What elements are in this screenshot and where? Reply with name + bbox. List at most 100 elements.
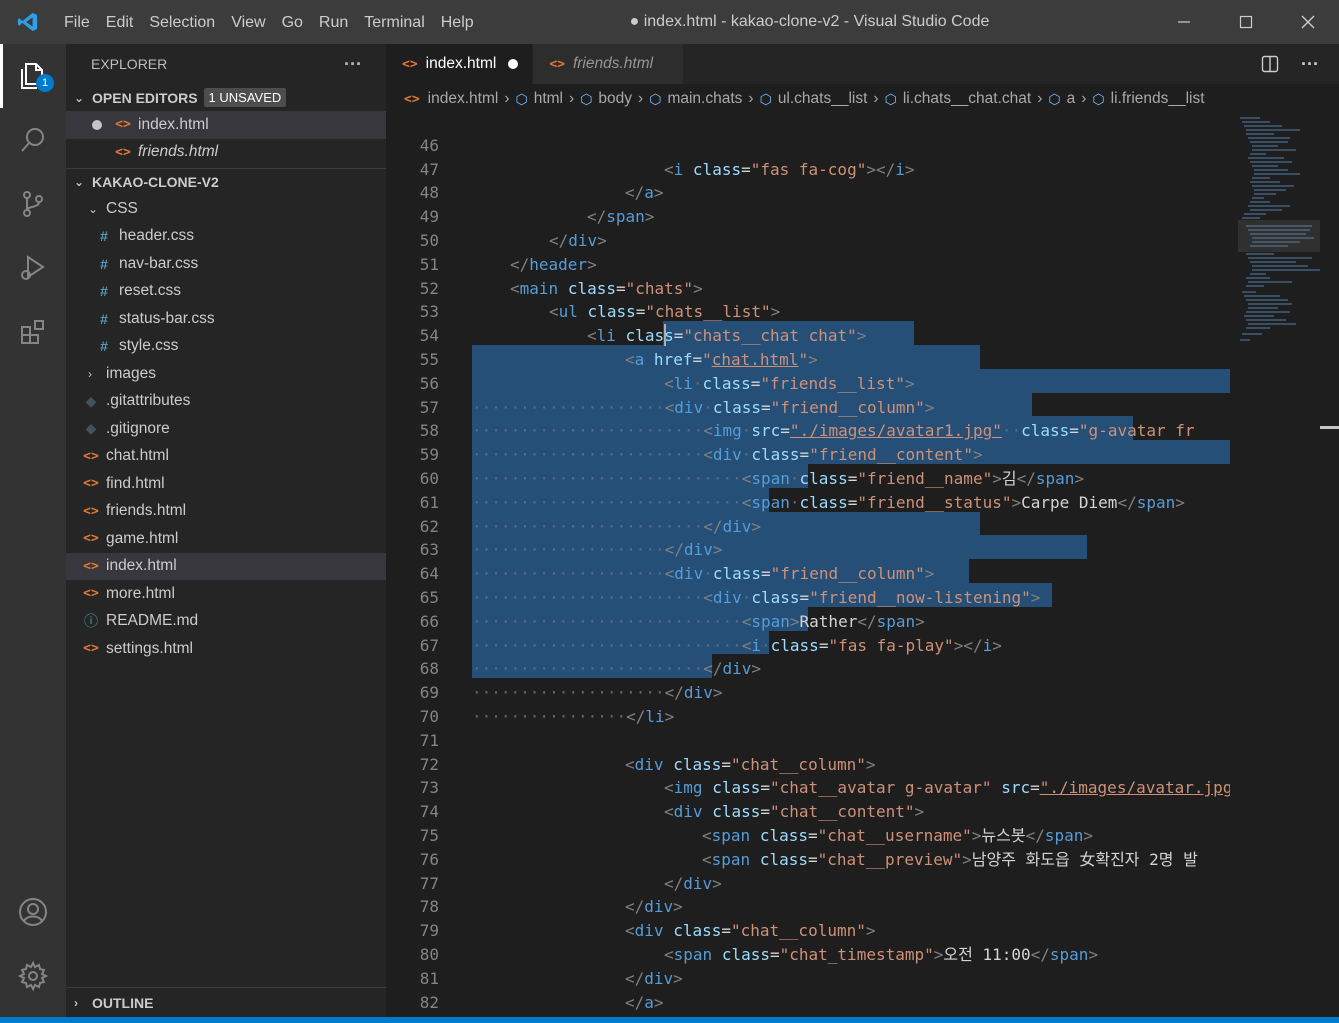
split-editor-icon[interactable]	[1261, 55, 1279, 73]
minimap[interactable]	[1230, 114, 1339, 1017]
code-line: 54 <a href="chat.html">	[386, 300, 1230, 369]
close-icon	[1301, 15, 1315, 29]
minimize-button[interactable]	[1153, 0, 1215, 44]
file-readme[interactable]: ⓘ README.md	[66, 608, 386, 636]
breadcrumb-label: li.friends__list	[1110, 90, 1205, 107]
html-file-icon: <>	[115, 117, 131, 133]
menu-terminal[interactable]: Terminal	[356, 0, 432, 44]
minimap-viewport[interactable]	[1238, 220, 1320, 252]
code-line: 64 ························<div·class="f…	[386, 538, 1230, 607]
close-window-button[interactable]	[1277, 0, 1339, 44]
breadcrumb-item[interactable]: ⬡ main.chats	[649, 90, 742, 108]
menu-help[interactable]: Help	[433, 0, 482, 44]
manage-activity[interactable]	[0, 944, 66, 1008]
file-game-html[interactable]: <> game.html	[66, 525, 386, 553]
chevron-right-icon: ›	[504, 90, 510, 107]
maximize-button[interactable]	[1215, 0, 1277, 44]
code-line: 75 <span class="chat__preview">남양주 화도읍 女…	[386, 800, 1230, 869]
file-gitignore[interactable]: ◆ .gitignore	[66, 415, 386, 443]
code-line: 70	[386, 681, 1230, 726]
more-actions-button[interactable]: ···	[344, 54, 362, 75]
sidebar-header: EXPLORER ···	[66, 44, 386, 84]
code-line: 59 ····························<span·cla…	[386, 419, 1230, 488]
html-file-icon: <>	[402, 56, 418, 72]
menu-go[interactable]: Go	[274, 0, 311, 44]
file-chat-html[interactable]: <> chat.html	[66, 443, 386, 471]
breadcrumb-label: ul.chats__list	[777, 90, 868, 107]
code-editor[interactable]: 46 <i class="fas fa-cog"></i> 47 </a> 48…	[386, 114, 1230, 1017]
status-bar	[0, 1017, 1339, 1023]
element-icon: ⬡	[1092, 90, 1105, 107]
code-line: 66 ····························<i·class=…	[386, 586, 1230, 655]
chevron-down-icon: ⌄	[74, 175, 85, 189]
file-index-html[interactable]: <> index.html	[66, 552, 386, 580]
tab-index-html[interactable]: <> index.html	[386, 44, 534, 84]
file-nav-bar-css[interactable]: # nav-bar.css	[66, 250, 386, 278]
scrollbar-thumb[interactable]	[1320, 426, 1339, 429]
breadcrumb-item[interactable]: ⬡ body	[580, 90, 632, 108]
explorer-activity[interactable]: 1	[0, 44, 66, 108]
title-bar: File Edit Selection View Go Run Terminal…	[0, 0, 1339, 44]
breadcrumb-item[interactable]: ⬡ li.friends__list	[1092, 90, 1204, 108]
extensions-activity[interactable]	[0, 300, 66, 364]
editor-tabs: <> index.html <> friends.html ···	[386, 44, 1339, 84]
breadcrumb-label: index.html	[427, 90, 499, 107]
code-line: 51 <main class="chats">	[386, 229, 1230, 298]
file-reset-css[interactable]: # reset.css	[66, 278, 386, 306]
source-control-activity[interactable]	[0, 172, 66, 236]
file-label: .gitattributes	[106, 392, 191, 410]
open-editor-friends[interactable]: <> friends.html	[66, 139, 386, 167]
file-settings-html[interactable]: <> settings.html	[66, 635, 386, 663]
git-file-icon: ◆	[85, 420, 97, 437]
file-gitattributes[interactable]: ◆ .gitattributes	[66, 388, 386, 416]
breadcrumb-item[interactable]: ⬡ html	[515, 90, 563, 108]
breadcrumb-item[interactable]: ⬡ li.chats__chat.chat	[885, 90, 1032, 108]
element-icon: ⬡	[649, 90, 662, 107]
menu-view[interactable]: View	[223, 0, 273, 44]
tab-friends-html[interactable]: <> friends.html	[533, 44, 685, 84]
breadcrumb-item[interactable]: <> index.html	[404, 90, 498, 108]
code-line: 72 <img class="chat__avatar g-avatar" sr…	[386, 729, 1230, 798]
code-line: 56 ····················<div·class="frien…	[386, 348, 1230, 417]
run-debug-activity[interactable]	[0, 236, 66, 300]
file-label: nav-bar.css	[119, 254, 199, 272]
file-style-css[interactable]: # style.css	[66, 333, 386, 361]
file-header-css[interactable]: # header.css	[66, 223, 386, 251]
css-file-icon: #	[100, 283, 108, 300]
file-label: status-bar.css	[119, 309, 215, 327]
git-file-icon: ◆	[85, 392, 97, 409]
folder-css[interactable]: ⌄ CSS	[66, 195, 386, 223]
project-header[interactable]: ⌄ KAKAO-CLONE-V2	[66, 168, 386, 195]
code-line: 77 </div>	[386, 848, 1230, 917]
open-editor-index[interactable]: <> index.html	[66, 111, 386, 139]
breadcrumb-item[interactable]: ⬡ a	[1048, 90, 1075, 108]
folder-images[interactable]: › images	[66, 360, 386, 388]
open-editors-header[interactable]: ⌄ OPEN EDITORS 1 UNSAVED	[66, 84, 386, 111]
explorer-badge: 1	[36, 74, 54, 92]
code-line: 49 </div>	[386, 181, 1230, 250]
menu-file[interactable]: File	[56, 0, 98, 44]
menu-edit[interactable]: Edit	[98, 0, 142, 44]
file-find-html[interactable]: <> find.html	[66, 470, 386, 498]
breadcrumb-item[interactable]: ⬡ ul.chats__list	[760, 90, 868, 108]
menu-run[interactable]: Run	[311, 0, 356, 44]
file-status-bar-css[interactable]: # status-bar.css	[66, 305, 386, 333]
element-icon: ⬡	[580, 90, 593, 107]
search-icon	[21, 128, 44, 152]
file-label: find.html	[106, 474, 165, 492]
unsaved-dot-icon[interactable]	[508, 59, 519, 69]
accounts-activity[interactable]	[0, 880, 66, 944]
minimize-icon	[1178, 21, 1190, 23]
file-friends-html[interactable]: <> friends.html	[66, 498, 386, 526]
chevron-right-icon: ›	[74, 995, 78, 1010]
css-file-icon: #	[100, 255, 108, 272]
file-more-html[interactable]: <> more.html	[66, 580, 386, 608]
outline-header[interactable]: › OUTLINE	[66, 987, 386, 1017]
chevron-right-icon: ›	[569, 90, 575, 107]
menu-selection[interactable]: Selection	[141, 0, 223, 44]
more-actions-icon[interactable]: ···	[1301, 54, 1319, 75]
html-file-icon: <>	[83, 586, 99, 602]
window-controls	[1153, 0, 1339, 44]
search-activity[interactable]	[0, 108, 66, 172]
outline-label: OUTLINE	[92, 994, 154, 1011]
